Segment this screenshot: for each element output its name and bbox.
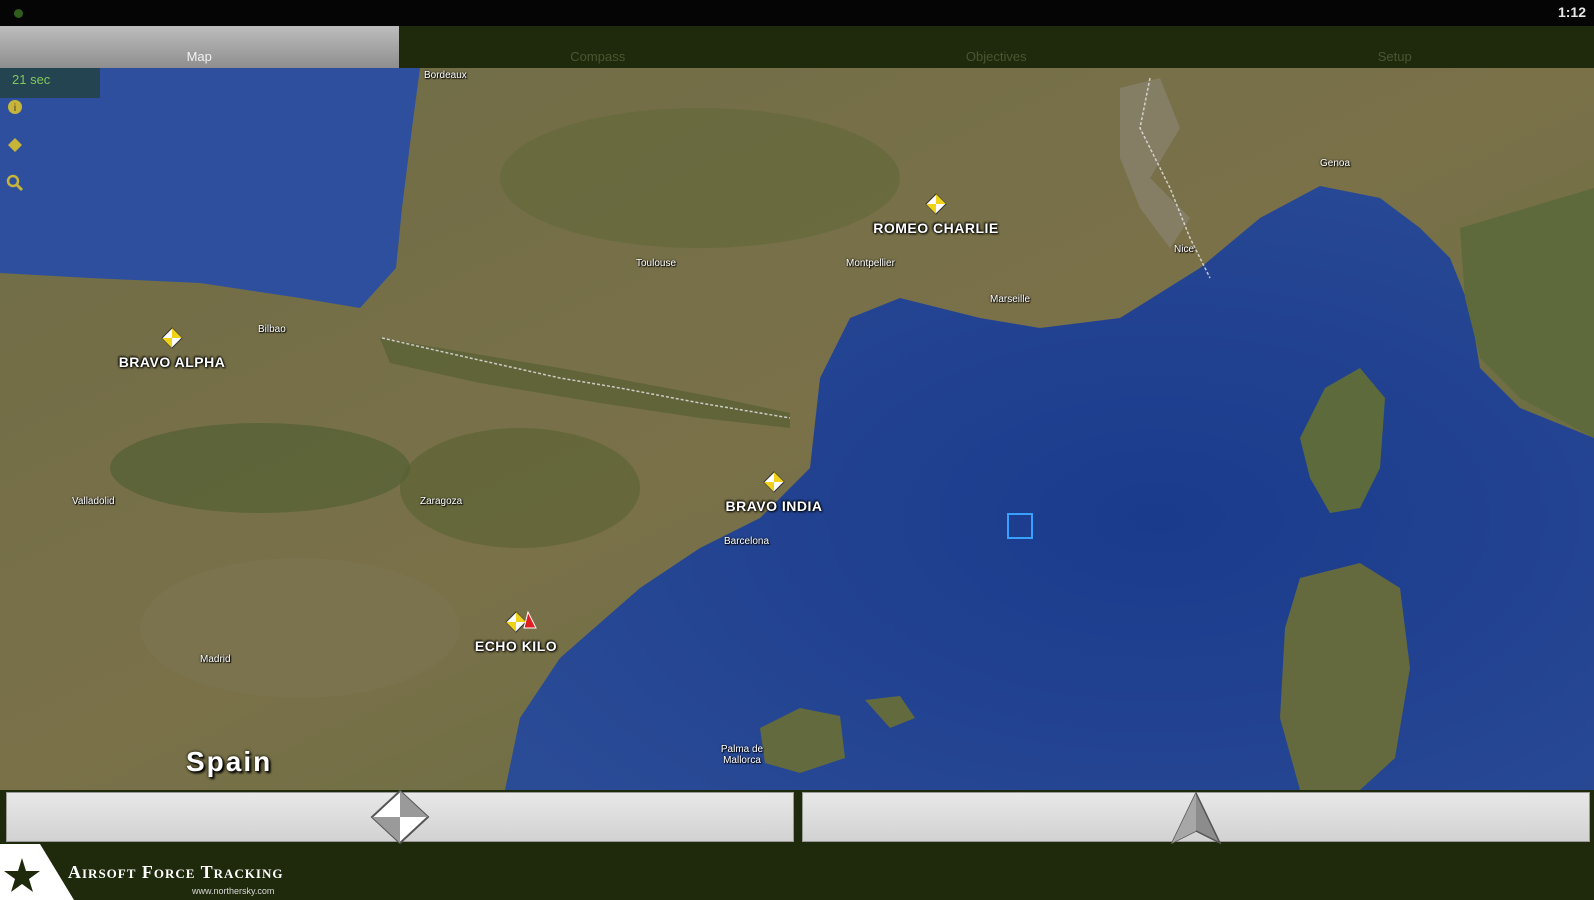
info-icon[interactable]: i [6, 98, 24, 116]
place-label: Marseille [990, 294, 1031, 305]
place-label: Zaragoza [420, 496, 463, 507]
country-label: Spain [186, 746, 273, 777]
clock: 1:12 [1557, 4, 1586, 20]
pin-icon [505, 610, 537, 633]
marker-label: BRAVO ALPHA [118, 354, 226, 370]
app-title: Airsoft Force Tracking [68, 862, 284, 882]
pin-icon [925, 193, 947, 215]
pin-icon [161, 327, 183, 349]
tab-compass[interactable]: Compass [399, 26, 798, 68]
map-imagery [0, 68, 1594, 790]
place-label: Nice [1174, 244, 1195, 255]
current-position-marker [1007, 513, 1033, 539]
compass-button[interactable] [802, 791, 1590, 845]
svg-text:i: i [14, 103, 16, 114]
status-bar: 1:12 [0, 0, 1594, 27]
place-label: Valladolid [72, 496, 115, 507]
diamond-icon[interactable] [6, 136, 24, 154]
add-marker-button[interactable] [6, 789, 794, 845]
star-logo-icon [0, 844, 74, 900]
place-label: Genoa [1320, 158, 1351, 169]
tab-setup[interactable]: Setup [1196, 26, 1594, 68]
place-label: Palma de Mallorca [720, 744, 764, 766]
marker-label: BRAVO INDIA [725, 498, 823, 514]
footer: Airsoft Force Tracking www.northersky.co… [0, 844, 1594, 900]
place-label: Bilbao [258, 324, 286, 335]
notification-icon [14, 9, 23, 18]
place-label: Bordeaux [424, 70, 467, 81]
pin-icon [763, 471, 785, 493]
place-label: Toulouse [636, 258, 677, 269]
place-label: Barcelona [724, 536, 770, 547]
marker-diamond-icon [370, 789, 430, 845]
action-button-row [0, 789, 1594, 845]
place-label: Madrid [200, 654, 231, 665]
zoom-icon[interactable] [6, 174, 24, 192]
satellite-map[interactable]: 21 sec i Bilbao Toulouse Montpellier Mar… [0, 68, 1594, 790]
place-label: Montpellier [846, 258, 895, 269]
tab-objectives[interactable]: Objectives [797, 26, 1196, 68]
app-url: www.northersky.com [192, 886, 275, 896]
tab-map[interactable]: Map [0, 26, 399, 68]
marker-label: ECHO KILO [474, 638, 558, 654]
compass-arrow-icon [1170, 791, 1222, 845]
marker-label: ROMEO CHARLIE [873, 220, 999, 236]
tab-bar: Map Compass Objectives Setup [0, 26, 1594, 68]
timer-readout: 21 sec [0, 68, 100, 98]
